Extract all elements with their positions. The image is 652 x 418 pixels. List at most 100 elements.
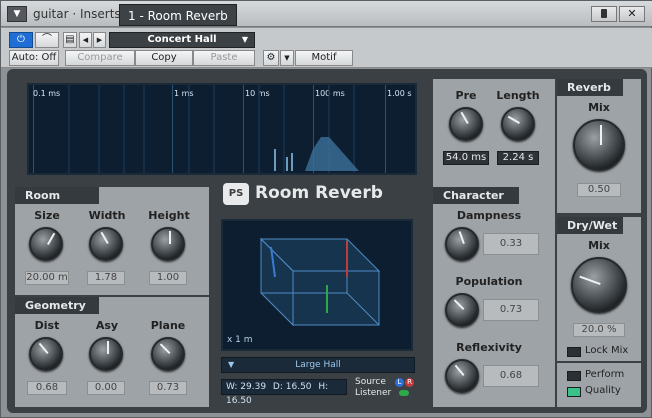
dist-label: Dist [34,319,60,332]
source-l-badge[interactable]: L [395,378,404,387]
height-value[interactable]: 1.00 [149,271,187,285]
size-knob[interactable] [29,227,63,261]
room-section-label: Room [15,187,99,204]
close-button[interactable]: ✕ [619,6,645,22]
prev-icon: ◀ [82,36,89,44]
listener-indicator[interactable] [399,390,409,396]
chevron-down-icon: ▼ [241,35,248,44]
bypass-icon: ⌒ [42,34,52,45]
compare-button[interactable]: Compare [65,50,135,66]
length-value[interactable]: 2.24 s [497,151,539,165]
reverb-envelope [68,85,359,173]
plane-value[interactable]: 0.73 [149,381,187,395]
drywet-mix-label: Mix [588,239,610,252]
population-value[interactable]: 0.73 [483,299,539,321]
auto-button[interactable]: Auto: Off [9,50,59,66]
power-icon: ⏻ [17,34,25,45]
pre-label: Pre [455,89,477,102]
reverb-mix-label: Mix [588,101,610,114]
dampness-knob[interactable] [445,227,479,261]
preset-list-button[interactable]: ▤ [63,32,77,48]
chevron-down-icon: ▼ [284,54,290,62]
size-label: Size [34,209,60,222]
geometry-section-label: Geometry [15,297,99,314]
reflexivity-label: Reflexivity [456,341,522,354]
prev-preset-button[interactable]: ◀ [79,32,92,48]
window-menu-button[interactable]: ▼ [7,6,27,22]
width-label: Width [88,209,126,222]
height-dim-value: 16.50 [226,396,252,406]
room-box-icon [259,237,381,327]
paste-button[interactable]: Paste [193,50,255,66]
presonus-logo: PS [223,183,249,205]
width-value[interactable]: 1.78 [87,271,125,285]
pin-button[interactable] [591,6,617,22]
bypass-button[interactable]: ⌒ [35,32,59,48]
plane-knob[interactable] [151,337,185,371]
lock-mix-checkbox[interactable] [567,347,581,357]
brand-header: PS Room Reverb [217,181,415,209]
reverb-mix-value[interactable]: 0.50 [577,183,621,197]
dampness-value[interactable]: 0.33 [483,233,539,255]
pre-value[interactable]: 54.0 ms [443,151,489,165]
next-preset-button[interactable]: ▶ [93,32,106,48]
asy-label: Asy [95,319,119,332]
room-type-selector[interactable]: ▼ Large Hall [221,357,415,373]
height-knob[interactable] [151,227,185,261]
length-knob[interactable] [501,107,535,141]
quality-label: Quality [585,385,621,396]
plugin-window: ▼ guitar · Inserts 1 - Room Reverb ✕ ⏻ ⌒… [0,0,652,418]
lock-mix-label: Lock Mix [585,345,629,356]
perform-radio[interactable] [567,371,581,381]
dimensions-readout: W: 29.39 D: 16.50 H: 16.50 [221,379,347,406]
reverb-mix-knob[interactable] [573,119,625,171]
source-label: Source [355,377,386,387]
source-r-badge[interactable]: R [405,378,414,387]
asy-value[interactable]: 0.00 [87,381,125,395]
population-knob[interactable] [445,293,479,327]
reverb-section-label: Reverb [557,79,623,96]
depth-dim-label: D: [272,382,283,392]
scale-label: x 1 m [227,335,253,345]
reflexivity-value[interactable]: 0.68 [483,365,539,387]
preset-selector[interactable]: Concert Hall ▼ [109,32,255,48]
gear-icon: ⚙ [266,52,276,63]
impulse-display: 0.1 ms 1 ms 10 ms 100 ms 1.00 s [27,83,417,175]
list-icon: ▤ [65,34,75,45]
title-bar: ▼ guitar · Inserts 1 - Room Reverb ✕ [1,1,652,27]
settings-menu-button[interactable]: ▼ [280,50,294,66]
height-label: Height [148,209,190,222]
pre-knob[interactable] [449,107,483,141]
power-button[interactable]: ⏻ [9,32,33,48]
asy-knob[interactable] [89,337,123,371]
plugin-title: Room Reverb [255,183,383,203]
dampness-label: Dampness [456,209,522,222]
room-reverb-plugin: 0.1 ms 1 ms 10 ms 100 ms 1.00 s PS Room … [7,69,647,413]
drywet-mix-knob[interactable] [571,257,627,313]
depth-dim-value: 16.50 [285,382,312,392]
toolbar: ⏻ ⌒ ▤ ◀ ▶ Concert Hall ▼ Auto: Off Compa… [1,28,652,68]
character-section-label: Character [433,187,519,204]
width-knob[interactable] [89,227,123,261]
room-3d-view[interactable]: x 1 m [221,219,413,351]
drywet-mix-value[interactable]: 20.0 % [573,323,625,337]
width-dim-label: W: [226,382,238,392]
dist-value[interactable]: 0.68 [27,381,67,395]
height-dim-label: H: [318,382,329,392]
dist-knob[interactable] [29,337,63,371]
copy-button[interactable]: Copy [135,50,193,66]
size-value[interactable]: 20.00 m [25,271,69,285]
perform-label: Perform [585,369,625,380]
close-icon: ✕ [627,7,637,20]
drywet-section-label: Dry/Wet [557,217,623,234]
motif-button[interactable]: Motif [295,50,353,66]
insert-tab[interactable]: 1 - Room Reverb [119,4,237,26]
next-icon: ▶ [96,36,103,44]
reflexivity-knob[interactable] [445,359,479,393]
plane-label: Plane [150,319,186,332]
population-label: Population [455,275,523,288]
quality-radio[interactable] [567,387,581,397]
width-dim-value: 29.39 [240,382,267,392]
length-label: Length [496,89,540,102]
settings-button[interactable]: ⚙ [263,50,279,66]
